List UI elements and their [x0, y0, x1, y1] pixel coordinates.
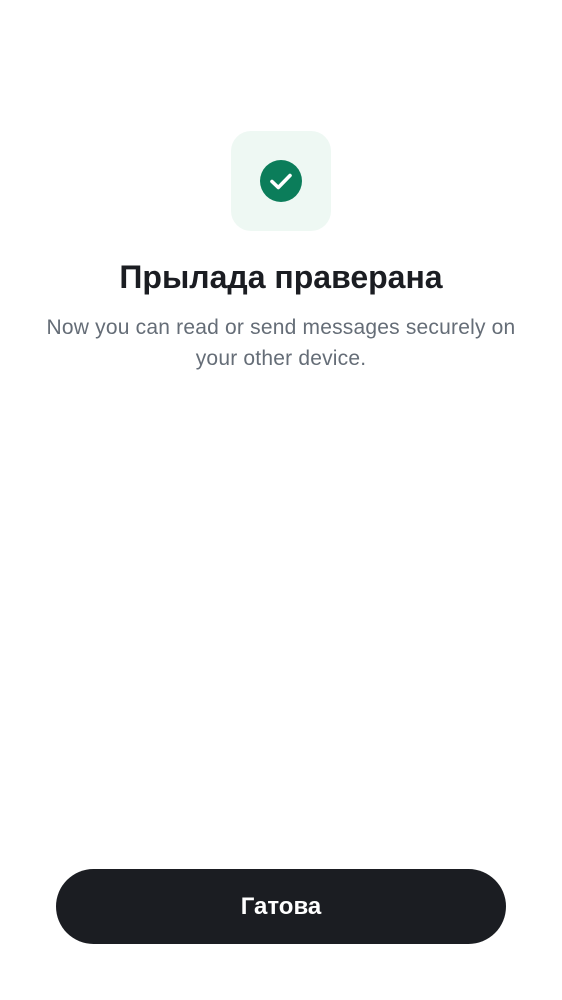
success-icon-tile: [231, 131, 331, 231]
page-title: Прылада праверана: [119, 259, 443, 295]
verification-message: Now you can read or send messages secure…: [46, 316, 516, 370]
device-verified-screen: Прылада праверана Now you can read or se…: [0, 0, 562, 1000]
done-button[interactable]: Гатова: [56, 869, 506, 944]
check-circle-icon: [260, 160, 302, 202]
